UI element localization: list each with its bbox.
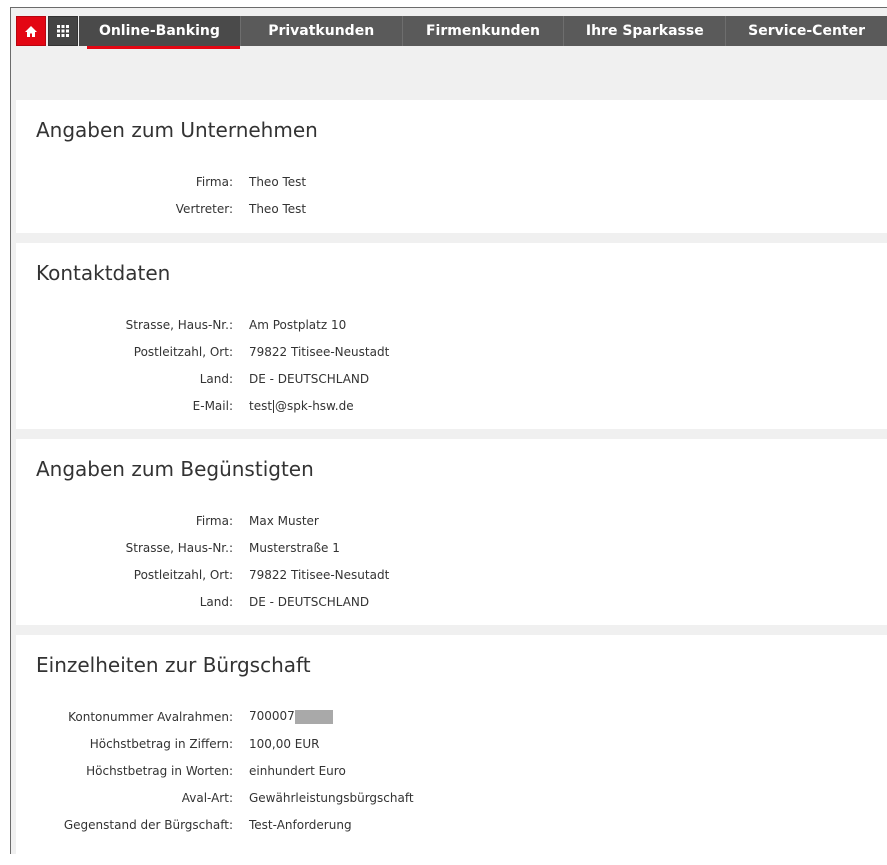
field-label: Kontonummer Avalrahmen:	[68, 709, 233, 724]
field-label: E-Mail:	[192, 398, 233, 413]
tab-label: Service-Center	[748, 23, 865, 39]
field-label: Land:	[199, 594, 233, 609]
detail-row: Postleitzahl, Ort: 79822 Titisee-Nesutad…	[36, 561, 867, 588]
field-value: DE - DEUTSCHLAND	[249, 371, 370, 386]
tab-label: Privatkunden	[268, 23, 375, 39]
field-value: 79822 Titisee-Nesutadt	[249, 567, 390, 582]
field-label: Strasse, Haus-Nr.:	[125, 317, 233, 332]
tab-label: Firmenkunden	[425, 23, 541, 39]
apps-button[interactable]	[48, 16, 78, 46]
main-tabs: Online-Banking Privatkunden Firmenkunden…	[79, 13, 887, 49]
field-value: Max Muster	[249, 513, 319, 528]
detail-row: Höchstbetrag in Ziffern: 100,00 EUR	[36, 730, 867, 757]
detail-row: Strasse, Haus-Nr.: Musterstraße 1	[36, 534, 867, 561]
field-label: Höchstbetrag in Worten:	[86, 763, 233, 778]
field-value: Theo Test	[249, 201, 307, 216]
email-part: @spk-hsw.de	[275, 398, 354, 413]
detail-row: Strasse, Haus-Nr.: Am Postplatz 10	[36, 311, 867, 338]
tab-privatkunden[interactable]: Privatkunden	[240, 16, 403, 46]
contact-details: Strasse, Haus-Nr.: Am Postplatz 10 Postl…	[36, 311, 867, 419]
guarantee-details: Kontonummer Avalrahmen: 700007 Höchstbet…	[36, 703, 867, 838]
field-value: Musterstraße 1	[249, 540, 340, 555]
section-company: Angaben zum Unternehmen Firma: Theo Test…	[16, 100, 887, 233]
detail-row: Land: DE - DEUTSCHLAND	[36, 588, 867, 615]
section-contact: Kontaktdaten Strasse, Haus-Nr.: Am Postp…	[16, 243, 887, 429]
section-title: Angaben zum Unternehmen	[36, 118, 318, 142]
detail-row: Firma: Max Muster	[36, 507, 867, 534]
home-button[interactable]	[16, 16, 46, 46]
field-label: Strasse, Haus-Nr.:	[125, 540, 233, 555]
browser-frame: Online-Banking Privatkunden Firmenkunden…	[10, 7, 887, 855]
detail-row: Firma: Theo Test	[36, 168, 867, 195]
field-value: 100,00 EUR	[249, 736, 320, 751]
section-beneficiary: Angaben zum Begünstigten Firma: Max Must…	[16, 439, 887, 625]
tab-online-banking[interactable]: Online-Banking	[79, 16, 241, 49]
tab-label: Online-Banking	[98, 23, 220, 39]
field-label: Firma:	[195, 174, 233, 189]
detail-row: Aval-Art: Gewährleistungsbürgschaft	[36, 784, 867, 811]
field-label: Postleitzahl, Ort:	[133, 567, 233, 582]
field-value: Test-Anforderung	[249, 817, 352, 832]
field-value: Theo Test	[249, 174, 307, 189]
main-content: Angaben zum Unternehmen Firma: Theo Test…	[16, 100, 887, 865]
grid-icon	[57, 25, 69, 37]
tab-service-center[interactable]: Service-Center	[726, 16, 887, 46]
detail-row: Höchstbetrag in Worten: einhundert Euro	[36, 757, 867, 784]
field-label: Gegenstand der Bürgschaft:	[63, 817, 233, 832]
field-value: einhundert Euro	[249, 763, 346, 778]
detail-row: Land: DE - DEUTSCHLAND	[36, 365, 867, 392]
field-value: 79822 Titisee-Neustadt	[249, 344, 390, 359]
tab-firmenkunden[interactable]: Firmenkunden	[402, 16, 565, 46]
field-label: Firma:	[195, 513, 233, 528]
field-label: Höchstbetrag in Ziffern:	[89, 736, 233, 751]
beneficiary-details: Firma: Max Muster Strasse, Haus-Nr.: Mus…	[36, 507, 867, 615]
field-value: 700007	[249, 709, 333, 724]
home-icon	[25, 25, 37, 37]
detail-row: E-Mail: test @spk-hsw.de	[36, 392, 867, 419]
text-cursor	[273, 399, 275, 413]
section-guarantee: Einzelheiten zur Bürgschaft Kontonummer …	[16, 635, 887, 855]
detail-row: Postleitzahl, Ort: 79822 Titisee-Neustad…	[36, 338, 867, 365]
section-title: Kontaktdaten	[36, 261, 171, 285]
tab-ihre-sparkasse[interactable]: Ihre Sparkasse	[564, 16, 727, 46]
company-details: Firma: Theo Test Vertreter: Theo Test	[36, 168, 867, 222]
field-label: Aval-Art:	[181, 790, 233, 805]
field-label: Vertreter:	[175, 201, 233, 216]
detail-row: Vertreter: Theo Test	[36, 195, 867, 222]
field-label: Land:	[199, 371, 233, 386]
field-label: Postleitzahl, Ort:	[133, 344, 233, 359]
section-title: Angaben zum Begünstigten	[36, 457, 314, 481]
section-title: Einzelheiten zur Bürgschaft	[36, 653, 311, 677]
field-value: DE - DEUTSCHLAND	[249, 594, 370, 609]
account-number: 700007	[249, 709, 295, 724]
redaction-box	[294, 709, 333, 724]
detail-row: Kontonummer Avalrahmen: 700007	[36, 703, 867, 730]
detail-row: Gegenstand der Bürgschaft: Test-Anforder…	[36, 811, 867, 838]
field-value: Am Postplatz 10	[249, 317, 347, 332]
top-navigation: Online-Banking Privatkunden Firmenkunden…	[16, 13, 887, 49]
field-value: Gewährleistungsbürgschaft	[249, 790, 414, 805]
tab-label: Ihre Sparkasse	[585, 23, 704, 39]
email-value[interactable]: test @spk-hsw.de	[249, 399, 354, 413]
email-part: test	[249, 398, 273, 413]
